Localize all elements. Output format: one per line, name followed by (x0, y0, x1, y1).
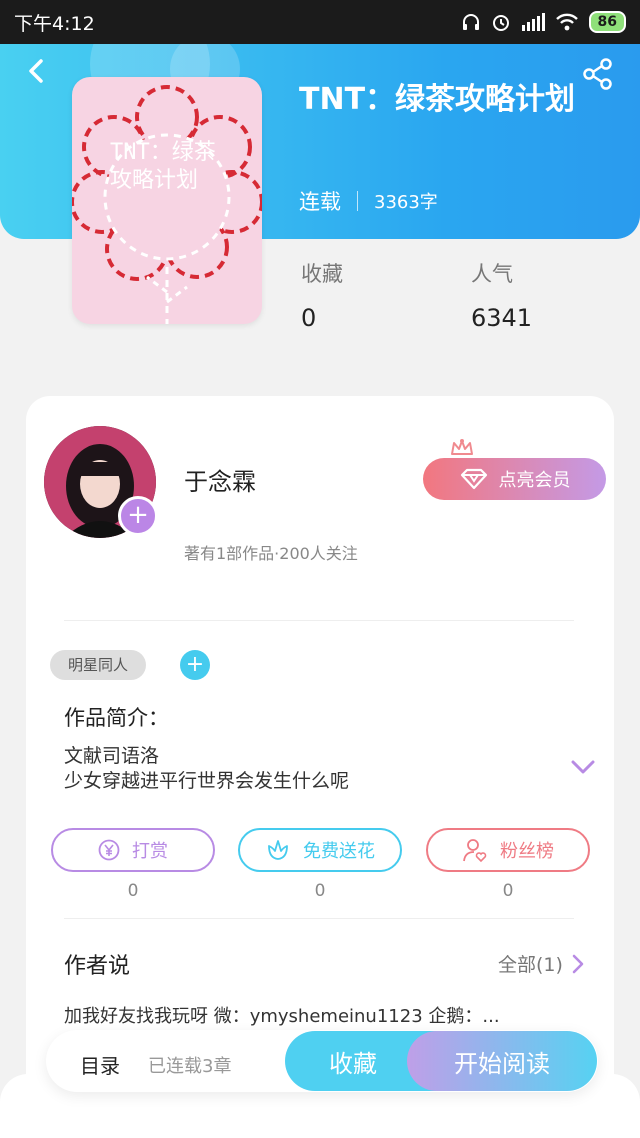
author-says-all-label: 全部(1) (498, 954, 563, 976)
author-says-text: 加我好友找我玩呀 微：ymyshemeinu1123 企鹅：... (64, 1006, 500, 1027)
signal-icon (521, 13, 545, 31)
fan-count: 0 (502, 881, 514, 901)
cover-title: TNT：绿茶攻略计划 (110, 140, 216, 193)
stat-label: 人气 (471, 262, 513, 286)
reward-count: 0 (127, 881, 139, 901)
intro-text: 文献司语洛 少女穿越进平行世界会发生什么呢 (64, 744, 349, 794)
chevron-left-icon (29, 59, 43, 83)
divider (64, 620, 574, 621)
divider (64, 918, 574, 919)
yen-icon (98, 839, 120, 861)
intro-line: 文献司语洛 (64, 745, 160, 767)
stat-favorites: 收藏 0 (301, 258, 343, 332)
table-of-contents-button[interactable]: 目录 (80, 1050, 120, 1079)
book-meta: 连载 3363字 (299, 186, 438, 216)
battery-indicator: 86 (588, 11, 626, 33)
vip-button[interactable]: 点亮会员 (423, 458, 606, 500)
alarm-icon (492, 15, 509, 31)
author-name[interactable]: 于念霖 (184, 462, 256, 497)
stat-value: 6341 (471, 304, 533, 332)
word-count: 3363字 (374, 192, 438, 213)
diamond-icon (460, 468, 487, 490)
author-subtitle: 著有1部作品·200人关注 (184, 544, 358, 563)
user-heart-icon (463, 839, 487, 863)
book-cover[interactable]: TNT：绿茶攻略计划 (72, 77, 262, 324)
genre-tag[interactable]: 明星同人 (50, 650, 146, 680)
add-tag-button[interactable]: + (180, 650, 210, 680)
send-flower-label: 免费送花 (303, 841, 375, 862)
flower-icon (268, 840, 288, 860)
chapter-count: 已连载3章 (148, 1056, 232, 1077)
back-button[interactable] (22, 56, 52, 86)
headphones-icon (462, 14, 479, 30)
meta-divider (357, 191, 358, 211)
author-says-title: 作者说 (64, 954, 131, 979)
start-reading-label: 开始阅读 (454, 1049, 550, 1078)
flower-count: 0 (314, 881, 326, 901)
stat-value: 0 (301, 304, 317, 332)
status-bar: 下午4:12 86 (0, 0, 640, 44)
author-says-all-link[interactable]: 全部(1) (498, 950, 585, 977)
book-status: 连载 (299, 190, 341, 214)
follow-author-button[interactable]: + (118, 496, 158, 536)
cover-flower-art (72, 85, 262, 324)
crown-icon (451, 439, 473, 455)
reward-label: 打赏 (132, 841, 168, 862)
fan-ranking-button[interactable]: 粉丝榜 (426, 828, 590, 872)
status-icons: 86 (461, 11, 626, 33)
wifi-icon (555, 13, 578, 31)
intro-title: 作品简介： (64, 706, 169, 730)
send-flower-button[interactable]: 免费送花 (238, 828, 402, 872)
start-reading-button[interactable]: 开始阅读 (407, 1031, 597, 1091)
intro-line: 少女穿越进平行世界会发生什么呢 (64, 770, 350, 792)
fan-ranking-label: 粉丝榜 (500, 841, 554, 862)
stat-popularity: 人气 6341 (471, 258, 532, 332)
chevron-down-icon[interactable] (570, 758, 596, 776)
status-time: 下午4:12 (14, 12, 95, 35)
chevron-right-icon (572, 954, 584, 973)
reward-button[interactable]: 打赏 (51, 828, 215, 872)
stat-label: 收藏 (301, 262, 343, 286)
favorite-label: 收藏 (329, 1049, 377, 1078)
book-title: TNT：绿茶攻略计划 (299, 82, 576, 117)
vip-button-label: 点亮会员 (498, 470, 571, 491)
